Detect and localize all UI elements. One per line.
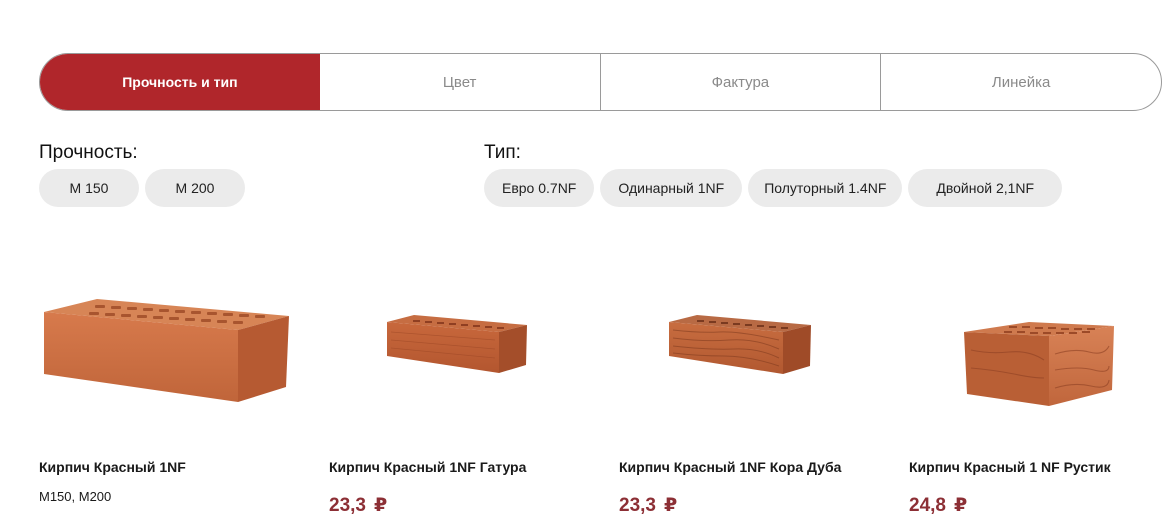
tab-texture[interactable]: Фактура — [601, 54, 882, 110]
brick-image[interactable] — [329, 270, 609, 440]
type-title: Тип: — [484, 142, 521, 163]
product-card[interactable]: Кирпич Красный 1 NF Рустик 24,8 ₽ — [909, 270, 1176, 526]
price-value: 23,3 — [329, 495, 366, 516]
product-card[interactable]: Кирпич Красный 1NF Кора Дуба 23,3 ₽ — [619, 270, 899, 526]
type-options: Евро 0.7NF Одинарный 1NF Полуторный 1.4N… — [484, 169, 1063, 207]
type-chip-one-and-half[interactable]: Полуторный 1.4NF — [748, 169, 903, 207]
filter-tabs: Прочность и тип Цвет Фактура Линейка — [39, 53, 1162, 111]
product-name[interactable]: Кирпич Красный 1 NF Рустик — [909, 459, 1111, 475]
tab-strength-type[interactable]: Прочность и тип — [40, 54, 320, 110]
product-grades: М150, М200 — [39, 489, 112, 504]
brick-image[interactable] — [39, 270, 319, 440]
currency-symbol: ₽ — [953, 495, 968, 516]
currency-symbol: ₽ — [663, 495, 678, 516]
tab-line[interactable]: Линейка — [881, 54, 1161, 110]
price-value: 23,3 — [619, 495, 656, 516]
product-price: 23,3 ₽ — [619, 494, 677, 517]
type-chip-single[interactable]: Одинарный 1NF — [600, 169, 743, 207]
currency-symbol: ₽ — [373, 495, 388, 516]
strength-chip-m200[interactable]: М 200 — [145, 169, 245, 207]
strength-title: Прочность: — [39, 142, 138, 163]
product-name[interactable]: Кирпич Красный 1NF Кора Дуба — [619, 459, 841, 475]
product-name[interactable]: Кирпич Красный 1NF Гатура — [329, 459, 526, 475]
brick-image[interactable] — [619, 270, 899, 440]
strength-chip-m150[interactable]: М 150 — [39, 169, 139, 207]
product-card[interactable]: Кирпич Красный 1NF М150, М200 — [39, 270, 319, 526]
product-price: 24,8 ₽ — [909, 494, 967, 517]
product-card[interactable]: Кирпич Красный 1NF Гатура 23,3 ₽ — [329, 270, 609, 526]
product-price: 23,3 ₽ — [329, 494, 387, 517]
product-name[interactable]: Кирпич Красный 1NF — [39, 459, 186, 475]
strength-options: М 150 М 200 — [39, 169, 245, 207]
price-value: 24,8 — [909, 495, 946, 516]
type-chip-double[interactable]: Двойной 2,1NF — [908, 169, 1063, 207]
tab-color[interactable]: Цвет — [320, 54, 601, 110]
brick-image[interactable] — [909, 270, 1176, 440]
type-chip-euro[interactable]: Евро 0.7NF — [484, 169, 595, 207]
